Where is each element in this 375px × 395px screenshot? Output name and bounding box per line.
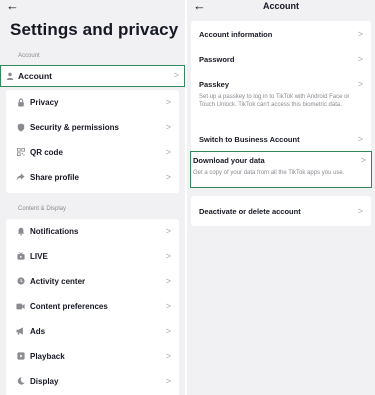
chevron-right-icon: > — [357, 134, 363, 144]
settings-item-label: Security & permissions — [30, 122, 119, 132]
account-item-label: Password — [199, 55, 235, 64]
account-item-deactivate[interactable]: Deactivate or delete account > — [191, 207, 371, 221]
settings-item-label: Notifications — [30, 226, 79, 236]
megaphone-icon — [16, 327, 25, 336]
settings-item-notifications[interactable]: Notifications > — [6, 219, 179, 243]
clock-icon — [16, 277, 25, 286]
page-title: Settings and privacy — [10, 20, 179, 39]
settings-item-label: Ads — [30, 326, 46, 336]
account-item-label: Switch to Business Account — [199, 135, 300, 144]
settings-item-ads[interactable]: Ads > — [6, 319, 179, 343]
account-item-password[interactable]: Password > — [191, 55, 371, 69]
account-item-passkey[interactable]: Passkey > Set up a passkey to log in to … — [191, 80, 371, 122]
chevron-right-icon: > — [165, 375, 171, 386]
chevron-right-icon: > — [165, 96, 171, 107]
download-data-description: Get a copy of your data from all the Tik… — [193, 170, 345, 176]
settings-item-privacy[interactable]: Privacy > — [6, 90, 179, 114]
account-item-information[interactable]: Account information > — [191, 30, 371, 44]
bell-icon — [16, 227, 25, 236]
moon-icon — [16, 377, 25, 386]
section-label-content-display: Content & Display — [18, 206, 67, 212]
account-panel: ← Account Account information > Password… — [187, 0, 375, 395]
chevron-right-icon: > — [165, 225, 171, 236]
account-options-card: Account information > Password > Passkey… — [191, 21, 371, 156]
settings-item-activity-center[interactable]: Activity center > — [6, 269, 179, 293]
chevron-right-icon: > — [165, 350, 171, 361]
content-display-card: Notifications > LIVE > Activity center >… — [6, 219, 179, 395]
settings-item-playback[interactable]: Playback > — [6, 344, 179, 368]
settings-item-security[interactable]: Security & permissions > — [6, 115, 179, 139]
settings-item-display[interactable]: Display > — [6, 369, 179, 393]
account-item-label: Download your data — [193, 156, 265, 165]
chevron-right-icon: > — [165, 275, 171, 286]
lock-icon — [16, 98, 25, 107]
settings-item-label: Activity center — [30, 276, 86, 286]
chevron-right-icon: > — [165, 300, 171, 311]
settings-item-label: QR code — [30, 147, 63, 157]
passkey-description: Set up a passkey to log in to TikTok wit… — [199, 94, 350, 108]
account-item-label: Passkey — [199, 80, 230, 89]
settings-panel: ← Settings and privacy Account Account >… — [0, 0, 185, 395]
chevron-right-icon: > — [165, 325, 171, 336]
chevron-right-icon: > — [357, 29, 363, 39]
chevron-right-icon: > — [357, 206, 363, 216]
settings-item-content-preferences[interactable]: Content preferences > — [6, 294, 179, 318]
settings-item-label: Account — [18, 70, 52, 81]
play-icon — [16, 352, 25, 361]
account-item-switch-business[interactable]: Switch to Business Account > — [191, 135, 371, 149]
settings-item-share-profile[interactable]: Share profile > — [6, 165, 179, 189]
settings-item-label: Share profile — [30, 172, 79, 182]
shield-icon — [16, 123, 25, 132]
settings-item-account[interactable]: Account > — [0, 65, 185, 87]
account-settings-card: Privacy > Security & permissions > QR co… — [6, 90, 179, 193]
settings-item-live[interactable]: LIVE > — [6, 244, 179, 268]
section-label-account: Account — [18, 53, 40, 59]
page-title: Account — [263, 1, 299, 11]
qr-code-icon — [16, 148, 25, 157]
account-item-download-data[interactable]: Download your data > Get a copy of your … — [190, 151, 372, 188]
settings-item-label: Content preferences — [30, 301, 108, 311]
chevron-right-icon: > — [357, 54, 363, 64]
tv-icon — [16, 252, 25, 261]
chevron-right-icon: > — [165, 171, 171, 182]
deactivate-card: Deactivate or delete account > — [191, 196, 371, 226]
chevron-right-icon: > — [165, 121, 171, 132]
chevron-right-icon: > — [360, 155, 366, 165]
settings-item-label: LIVE — [30, 251, 48, 261]
chevron-right-icon: > — [165, 250, 171, 261]
video-icon — [16, 302, 25, 311]
back-arrow-icon[interactable]: ← — [6, 0, 19, 12]
account-item-label: Deactivate or delete account — [199, 207, 301, 216]
person-icon — [5, 71, 14, 80]
chevron-right-icon: > — [173, 70, 179, 80]
settings-item-label: Playback — [30, 351, 65, 361]
share-arrow-icon — [16, 173, 25, 182]
settings-item-label: Privacy — [30, 97, 59, 107]
settings-item-qr-code[interactable]: QR code > — [6, 140, 179, 164]
account-item-label: Account information — [199, 30, 273, 39]
chevron-right-icon: > — [165, 146, 171, 157]
chevron-right-icon: > — [357, 79, 363, 89]
settings-item-label: Display — [30, 376, 59, 386]
